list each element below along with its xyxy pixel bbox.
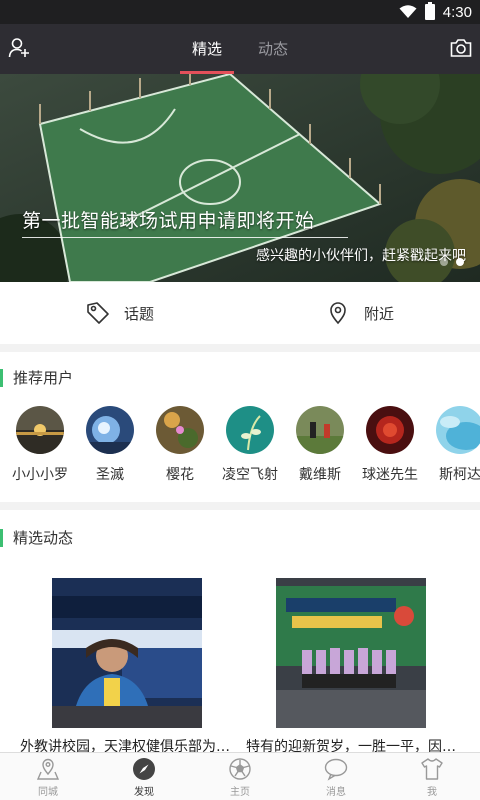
banner-title: 第一批智能球场试用申请即将开始	[22, 210, 315, 232]
user-item[interactable]: 斯柯达	[420, 406, 480, 484]
user-name: 圣滅	[96, 467, 124, 483]
bottom-nav: 同城 发现 主页 消息 我	[0, 752, 480, 800]
carousel-dot[interactable]	[440, 258, 448, 266]
user-name: 小小小罗	[12, 467, 68, 483]
quick-links: 话题 附近	[0, 282, 480, 344]
add-user-icon[interactable]	[8, 37, 30, 59]
avatar	[86, 406, 134, 454]
user-name: 球迷先生	[362, 467, 418, 483]
post-image	[52, 578, 202, 728]
top-tabs: 精选 动态	[0, 24, 480, 74]
jersey-icon	[421, 758, 443, 780]
avatar	[366, 406, 414, 454]
carousel-indicator	[440, 258, 464, 266]
featured-posts-title: 精选动态	[13, 529, 74, 547]
banner-subtitle: 感兴趣的小伙伴们，赶紧戳起来吧	[256, 248, 466, 264]
soccer-ball-icon	[229, 758, 251, 780]
user-name: 樱花	[166, 467, 194, 483]
tag-icon	[87, 302, 109, 324]
user-item[interactable]: 樱花	[140, 406, 220, 484]
user-name: 斯柯达	[439, 467, 480, 483]
app-bar: 精选 动态	[0, 24, 480, 74]
avatar	[16, 406, 64, 454]
user-item[interactable]: 凌空飞射	[210, 406, 290, 484]
camera-icon[interactable]	[450, 38, 472, 58]
banner-carousel[interactable]: 第一批智能球场试用申请即将开始 感兴趣的小伙伴们，赶紧戳起来吧	[0, 74, 480, 282]
avatar	[296, 406, 344, 454]
nav-me[interactable]: 我	[384, 753, 480, 800]
nav-label: 消息	[326, 787, 346, 798]
nav-nearby-city[interactable]: 同城	[0, 753, 96, 800]
user-name: 凌空飞射	[222, 467, 278, 483]
status-time: 4:30	[442, 3, 472, 21]
user-item[interactable]: 戴维斯	[280, 406, 360, 484]
nav-label: 主页	[230, 787, 250, 798]
tab-featured[interactable]: 精选	[179, 24, 235, 74]
nav-messages[interactable]: 消息	[288, 753, 384, 800]
nearby-label: 附近	[363, 304, 394, 323]
battery-icon	[424, 2, 435, 20]
status-bar: 4:30	[0, 0, 480, 24]
avatar	[436, 406, 480, 454]
carousel-dot-active[interactable]	[456, 258, 464, 266]
banner-divider	[22, 237, 348, 238]
location-icon	[36, 758, 60, 780]
section-accent-bar	[0, 369, 3, 387]
recommended-users-title: 推荐用户	[13, 369, 74, 387]
featured-posts-header: 精选动态	[0, 512, 480, 562]
divider	[0, 344, 480, 352]
user-item[interactable]: 小小小罗	[0, 406, 80, 484]
nearby-link[interactable]: 附近	[240, 282, 480, 344]
avatar	[156, 406, 204, 454]
nav-discover[interactable]: 发现	[96, 753, 192, 800]
location-pin-icon	[330, 302, 346, 325]
recommended-users-list: 小小小罗 圣滅 樱花 凌空飞射 戴维斯 球迷先生 斯柯达	[0, 400, 480, 500]
user-name: 戴维斯	[299, 467, 341, 483]
topics-label: 话题	[123, 304, 154, 323]
topics-link[interactable]: 话题	[0, 282, 240, 344]
recommended-users-header: 推荐用户	[0, 352, 480, 402]
chat-bubble-icon	[324, 758, 348, 781]
compass-icon	[133, 758, 155, 780]
section-accent-bar	[0, 529, 3, 547]
nav-label: 我	[427, 787, 437, 798]
nav-home[interactable]: 主页	[192, 753, 288, 800]
nav-label: 发现	[134, 787, 154, 798]
nav-label: 同城	[38, 787, 58, 798]
user-item[interactable]: 圣滅	[70, 406, 150, 484]
tab-moments[interactable]: 动态	[252, 24, 294, 74]
avatar	[226, 406, 274, 454]
wifi-icon	[399, 5, 417, 18]
divider	[0, 502, 480, 510]
user-item[interactable]: 球迷先生	[350, 406, 430, 484]
discover-screen: 4:30 精选 动态 第一批智能球场试用申请即将开始 感兴趣的小伙伴们，赶紧戳起…	[0, 0, 480, 800]
featured-posts-grid: 外教讲校园，天津权健俱乐部为… 特有的迎新贺岁，一胜一平，因…	[0, 558, 480, 755]
post-image	[276, 578, 426, 728]
